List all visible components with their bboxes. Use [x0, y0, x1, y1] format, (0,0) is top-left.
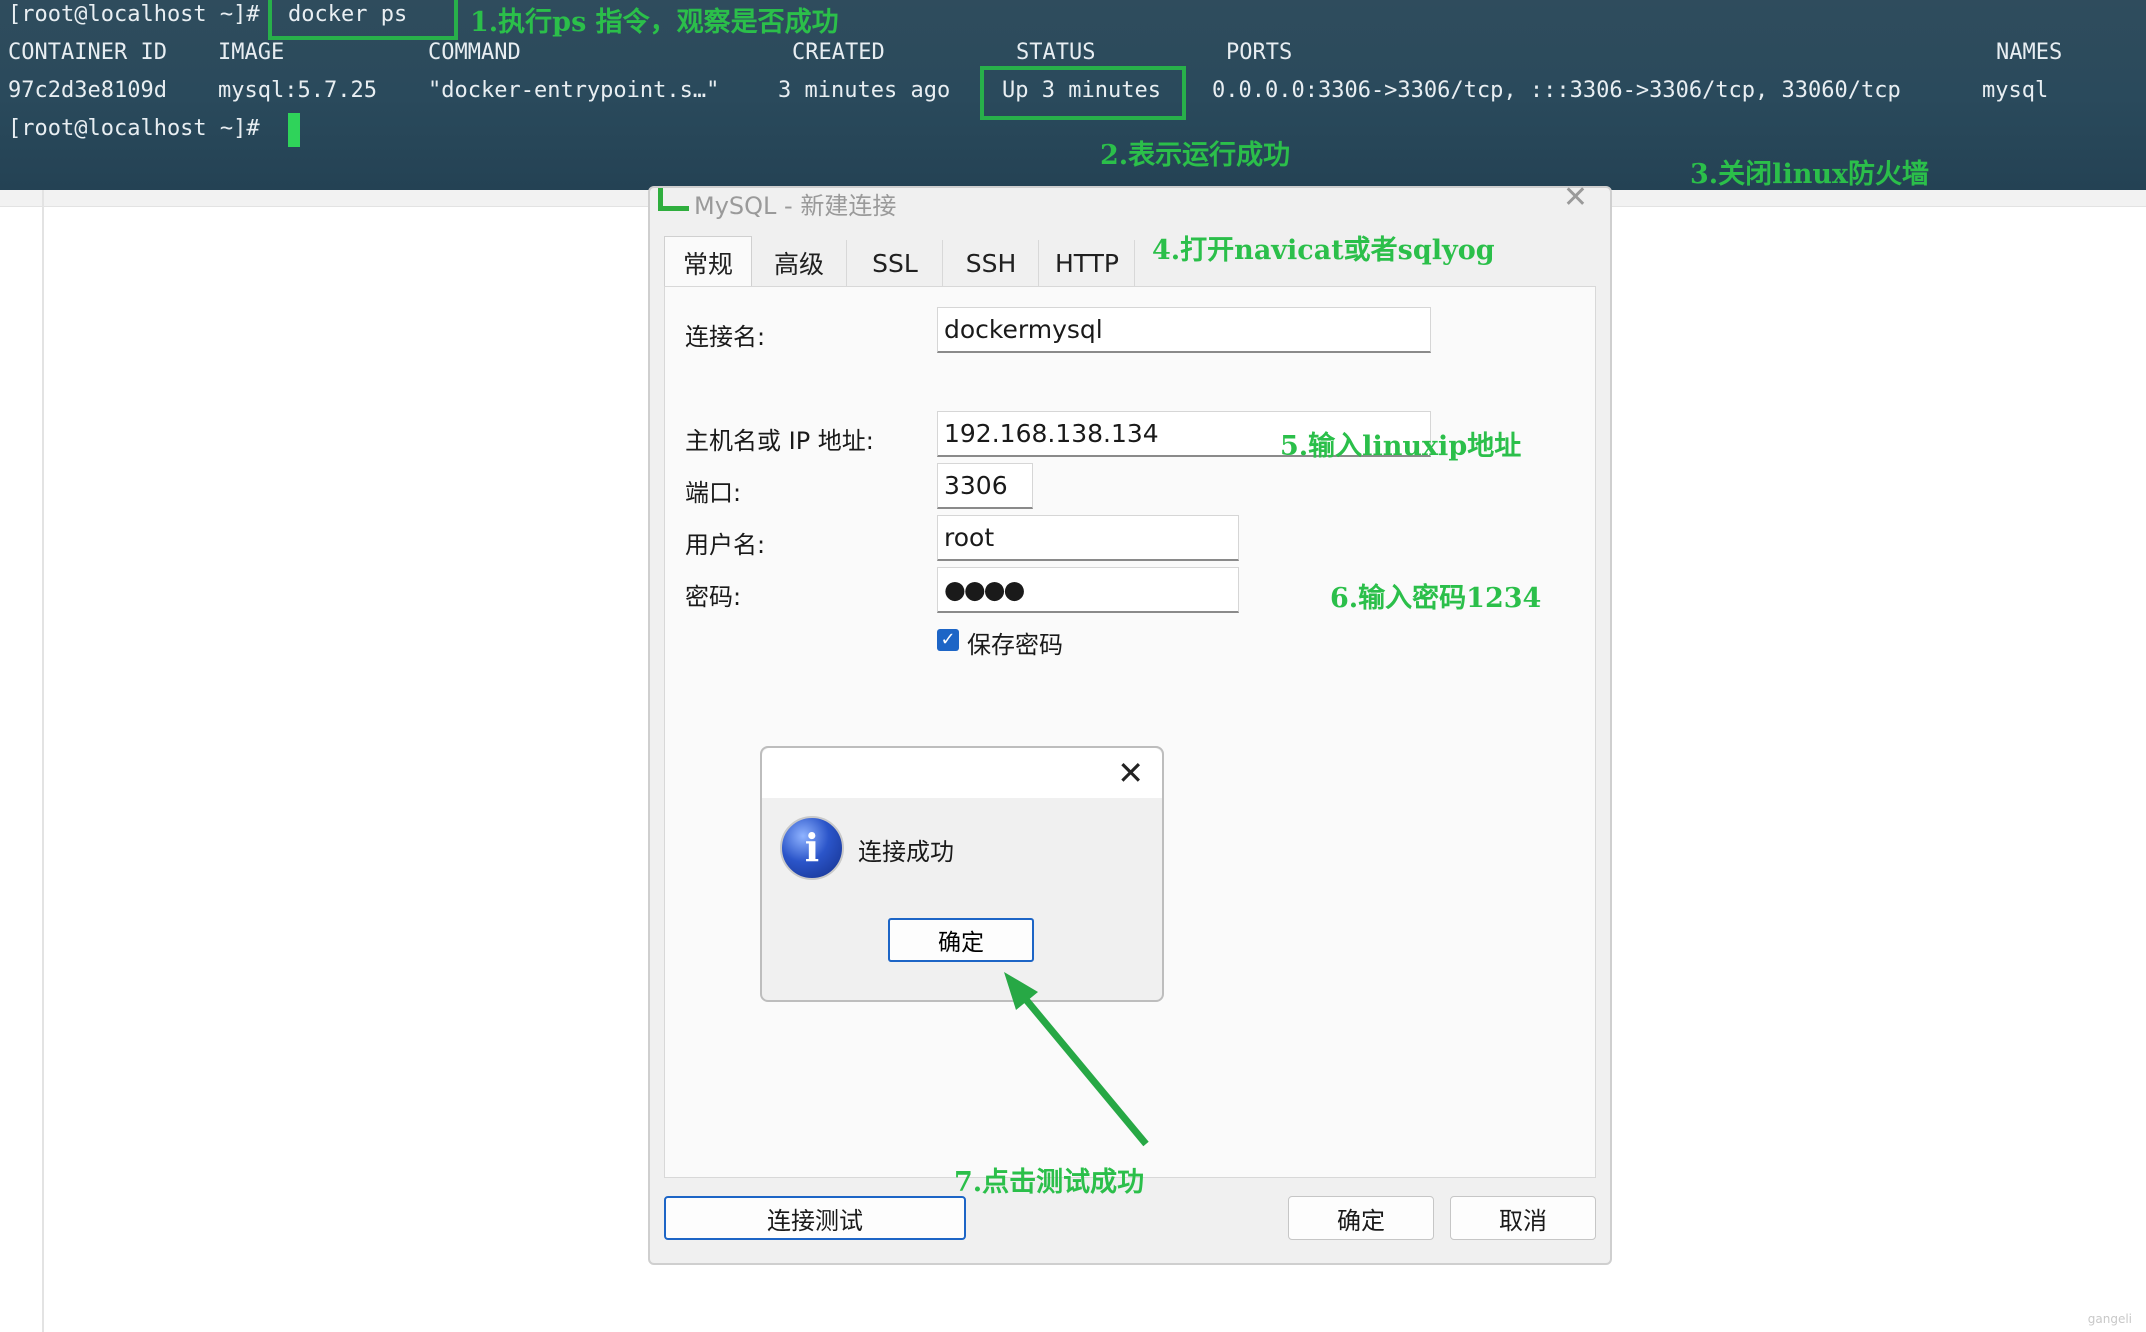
- annotation-arrow: [1004, 972, 1149, 1147]
- annotation-step7: 7.点击测试成功: [954, 1167, 1145, 1198]
- watermark: gangeli: [2087, 1312, 2132, 1326]
